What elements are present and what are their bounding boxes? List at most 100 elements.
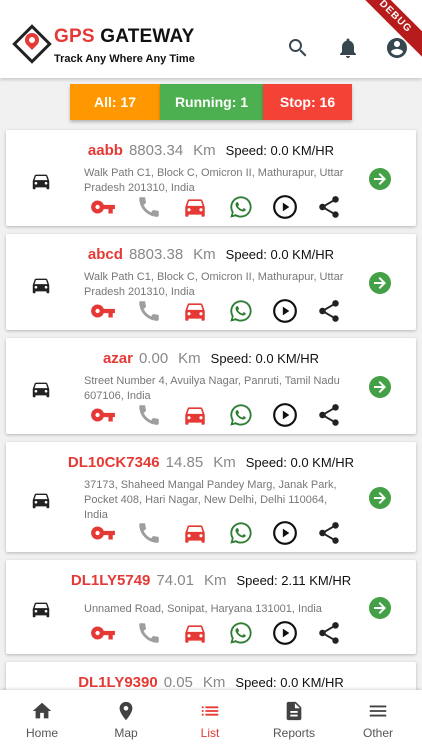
phone-icon[interactable]	[136, 402, 162, 428]
arrow-right-icon[interactable]	[368, 486, 392, 510]
vehicle-title-row: DL10CK7346 14.85 Km Speed: 0.0 KM/HR	[6, 454, 416, 471]
vehicle-title-row: abcd 8803.38 Km Speed: 0.0 KM/HR	[6, 246, 416, 263]
car-status-icon[interactable]	[182, 402, 208, 428]
vehicle-speed: Speed: 0.0 KM/HR	[235, 675, 344, 690]
key-icon[interactable]	[90, 298, 116, 324]
car-icon	[30, 274, 52, 296]
vehicle-name: azar	[102, 350, 133, 367]
vehicle-address: Walk Path C1, Block C, Omicron II, Mathu…	[84, 271, 344, 298]
distance-unit: Km	[193, 142, 216, 159]
distance-unit: Km	[193, 246, 216, 263]
key-icon[interactable]	[90, 620, 116, 646]
arrow-right-icon[interactable]	[368, 375, 392, 399]
bell-icon[interactable]	[336, 36, 360, 60]
vehicle-title-row: DL1LY9390 0.05 Km Speed: 0.0 KM/HR	[6, 674, 416, 691]
bottom-navigation: Home Map List Reports Other	[0, 690, 422, 750]
vehicle-card[interactable]: aabb 8803.34 Km Speed: 0.0 KM/HR Walk Path …	[6, 130, 416, 226]
key-icon[interactable]	[90, 194, 116, 220]
nav-home-label: Home	[25, 726, 58, 740]
car-status-icon[interactable]	[182, 520, 208, 546]
vehicle-distance: 0.00	[138, 350, 169, 367]
vehicle-title-row: DL1LY5749 74.01 Km Speed: 2.11 KM/HR	[6, 572, 416, 589]
nav-map[interactable]: Map	[84, 690, 168, 750]
vehicle-actions	[84, 194, 348, 220]
filter-all-button[interactable]: All: 17	[70, 84, 160, 120]
car-icon	[30, 170, 52, 192]
vehicle-card[interactable]: abcd 8803.38 Km Speed: 0.0 KM/HR Walk Path …	[6, 234, 416, 330]
car-icon	[30, 598, 52, 620]
vehicle-card[interactable]: DL10CK7346 14.85 Km Speed: 0.0 KM/HR 37173,…	[6, 442, 416, 552]
play-icon[interactable]	[272, 298, 298, 324]
share-icon[interactable]	[316, 298, 342, 324]
distance-unit: Km	[203, 572, 227, 589]
vehicle-card[interactable]: azar 0.00 Km Speed: 0.0 KM/HR Street Number…	[6, 338, 416, 434]
vehicle-name: DL10CK7346	[67, 454, 160, 471]
vehicle-speed: Speed: 0.0 KM/HR	[245, 455, 355, 470]
vehicle-card[interactable]: DL1LY5749 74.01 Km Speed: 2.11 KM/HR Unname…	[6, 560, 416, 654]
share-icon[interactable]	[316, 194, 342, 220]
play-icon[interactable]	[272, 620, 298, 646]
filter-running-button[interactable]: Running: 1	[160, 84, 263, 120]
app-header: GPS GATEWAY Track Any Where Any Time DEB…	[0, 0, 422, 78]
reports-icon	[286, 701, 302, 721]
vehicle-actions	[84, 520, 348, 546]
share-icon[interactable]	[316, 520, 342, 546]
vehicle-title-row: azar 0.00 Km Speed: 0.0 KM/HR	[6, 350, 416, 367]
key-icon[interactable]	[90, 520, 116, 546]
car-icon	[30, 378, 52, 400]
vehicle-name: DL1LY5749	[70, 572, 151, 589]
vehicle-speed: Speed: 0.0 KM/HR	[225, 143, 335, 158]
brand-gps: GPS	[54, 26, 95, 47]
vehicle-address: 37173, Shaheed Mangal Pandey Marg, Janak…	[84, 479, 337, 521]
vehicle-actions	[84, 402, 348, 428]
vehicle-title-row: aabb 8803.34 Km Speed: 0.0 KM/HR	[6, 142, 416, 159]
arrow-right-icon[interactable]	[368, 167, 392, 191]
vehicle-address: Unnamed Road, Sonipat, Haryana 131001, I…	[84, 603, 322, 615]
vehicle-name: DL1LY9390	[78, 674, 158, 691]
nav-reports[interactable]: Reports	[252, 690, 336, 750]
car-status-icon[interactable]	[182, 298, 208, 324]
phone-icon[interactable]	[136, 520, 162, 546]
list-icon	[201, 706, 219, 716]
share-icon[interactable]	[316, 402, 342, 428]
filter-stop-button[interactable]: Stop: 16	[263, 84, 352, 120]
menu-icon	[369, 705, 387, 717]
phone-icon[interactable]	[136, 620, 162, 646]
vehicle-distance: 8803.34	[128, 142, 184, 159]
nav-map-label: Map	[114, 726, 138, 740]
whatsapp-icon[interactable]	[228, 402, 254, 428]
nav-other[interactable]: Other	[336, 690, 420, 750]
arrow-right-icon[interactable]	[368, 596, 392, 620]
vehicle-speed: Speed: 2.11 KM/HR	[236, 573, 352, 588]
nav-reports-label: Reports	[272, 726, 316, 740]
car-icon	[30, 489, 52, 511]
nav-home[interactable]: Home	[0, 690, 84, 750]
phone-icon[interactable]	[136, 298, 162, 324]
whatsapp-icon[interactable]	[228, 298, 254, 324]
phone-icon[interactable]	[136, 194, 162, 220]
brand-gateway: GATEWAY	[100, 26, 195, 47]
nav-list[interactable]: List	[168, 690, 252, 750]
brand-title: GPS GATEWAY	[54, 26, 195, 48]
play-icon[interactable]	[272, 194, 298, 220]
distance-unit: Km	[178, 350, 201, 367]
car-status-icon[interactable]	[182, 620, 208, 646]
vehicle-actions	[84, 620, 348, 646]
whatsapp-icon[interactable]	[228, 194, 254, 220]
share-icon[interactable]	[316, 620, 342, 646]
key-icon[interactable]	[90, 402, 116, 428]
arrow-right-icon[interactable]	[368, 271, 392, 295]
vehicle-distance: 0.05	[163, 674, 193, 691]
car-status-icon[interactable]	[182, 194, 208, 220]
play-icon[interactable]	[272, 402, 298, 428]
search-icon[interactable]	[286, 36, 310, 60]
vehicle-speed: Speed: 0.0 KM/HR	[210, 351, 320, 366]
vehicle-actions	[84, 298, 348, 324]
distance-unit: Km	[213, 454, 236, 471]
play-icon[interactable]	[272, 520, 298, 546]
whatsapp-icon[interactable]	[228, 620, 254, 646]
brand-tagline: Track Any Where Any Time	[54, 53, 195, 65]
whatsapp-icon[interactable]	[228, 520, 254, 546]
vehicle-name: aabb	[87, 142, 123, 159]
vehicle-speed: Speed: 0.0 KM/HR	[225, 247, 335, 262]
